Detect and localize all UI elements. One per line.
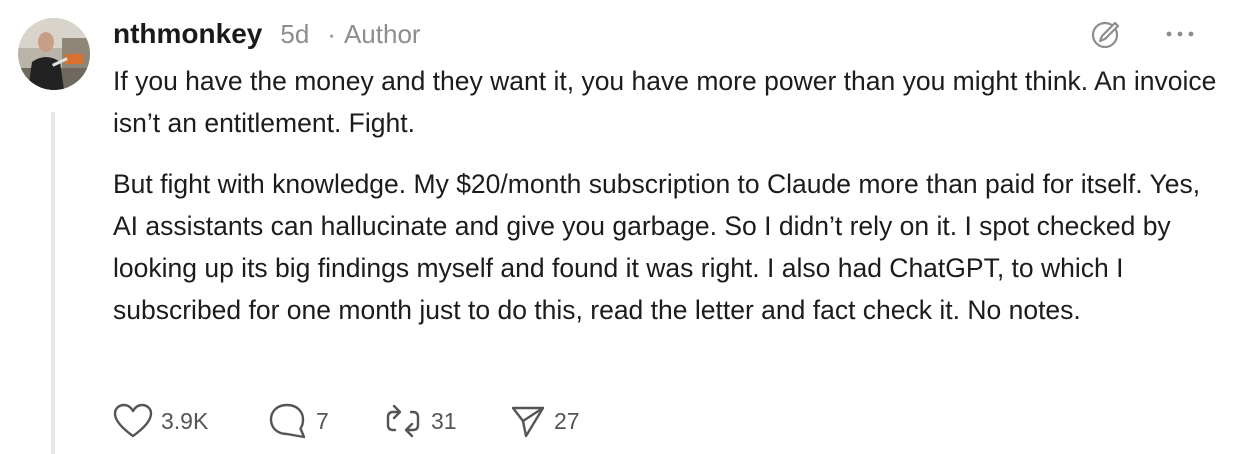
comment-paragraph: If you have the money and they want it, …: [113, 66, 1217, 138]
restack-arrows-icon: [386, 404, 420, 438]
more-options-button[interactable]: [1160, 14, 1200, 54]
reply-count: 7: [316, 407, 329, 434]
comment-toolbar: [1086, 14, 1200, 54]
share-paper-plane-icon: [511, 406, 545, 438]
comment-paragraph: But fight with knowledge. My $20/month s…: [113, 169, 1201, 325]
username[interactable]: nthmonkey: [113, 18, 262, 50]
author-badge: Author: [343, 18, 421, 49]
reply-button[interactable]: 7: [268, 402, 383, 440]
like-button[interactable]: 3.9K: [113, 403, 268, 439]
avatar[interactable]: [18, 18, 90, 90]
heart-icon: [113, 403, 153, 438]
edit-pencil-circle-icon: [1091, 21, 1120, 49]
avatar-image: [18, 18, 90, 90]
comment-bubble-icon: [269, 403, 306, 439]
share-button[interactable]: 27: [510, 403, 580, 439]
comment-body: If you have the money and they want it, …: [113, 60, 1223, 331]
comment-header: nthmonkey 5d · Author: [113, 14, 421, 54]
like-count: 3.9K: [161, 407, 209, 434]
restack-button[interactable]: 31: [383, 403, 510, 439]
edit-button[interactable]: [1086, 14, 1126, 54]
thread-line: [51, 112, 55, 454]
share-count: 27: [554, 407, 580, 434]
timestamp[interactable]: 5d: [280, 19, 309, 50]
more-horizontal-icon: [1166, 31, 1194, 37]
separator: ·: [327, 18, 336, 49]
comment-actions: 3.9K 7 31 27: [113, 400, 580, 442]
restack-count: 31: [431, 407, 457, 434]
